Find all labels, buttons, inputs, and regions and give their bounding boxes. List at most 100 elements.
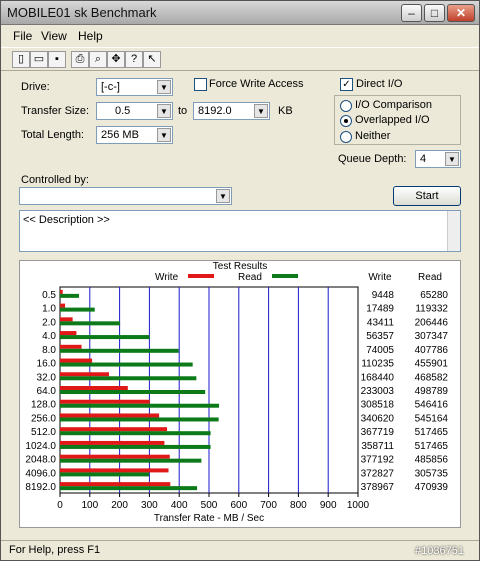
title-bar: MOBILE01 sk Benchmark – □ ✕ xyxy=(1,1,479,25)
results-chart: Test Results Write Read Write Read 0 100 200 300… xyxy=(25,261,449,524)
chart-title: Test Results xyxy=(213,261,267,272)
new-icon[interactable]: ▯ xyxy=(12,51,30,68)
chevron-down-icon: ▼ xyxy=(157,80,171,94)
window-title: MOBILE01 sk Benchmark xyxy=(7,5,157,20)
chevron-down-icon: ▼ xyxy=(216,189,230,203)
toolbar: ▯ ▭ ▪ ⎙ ⌕ ✥ ? ↖ xyxy=(1,47,479,71)
bar-write xyxy=(60,413,160,418)
drive-value: [-c-] xyxy=(101,81,120,93)
legend-read-swatch xyxy=(272,274,298,278)
menu-view[interactable]: View xyxy=(41,29,67,43)
bar-write xyxy=(60,427,168,432)
column-header-read: Read xyxy=(418,272,442,283)
bar-read xyxy=(60,486,198,491)
y-tick-label: 8.0 xyxy=(42,345,56,356)
controlled-by-label: Controlled by: xyxy=(21,174,89,186)
bar-write xyxy=(60,386,128,390)
value-write: 340620 xyxy=(361,413,395,424)
description-scrollbar[interactable] xyxy=(447,211,460,251)
context-help-icon[interactable]: ↖ xyxy=(143,51,161,68)
minimize-button[interactable]: – xyxy=(401,4,422,22)
y-tick-label: 2.0 xyxy=(42,317,56,328)
value-write: 56357 xyxy=(366,331,394,342)
bar-read xyxy=(60,335,150,340)
close-button[interactable]: ✕ xyxy=(447,4,475,22)
value-write: 358711 xyxy=(361,441,394,452)
force-write-label: Force Write Access xyxy=(209,78,304,90)
transfer-to-select[interactable]: 8192.0 ▼ xyxy=(193,102,270,120)
y-tick-label: 4096.0 xyxy=(25,468,56,479)
print-preview-icon[interactable]: ⌕ xyxy=(89,51,107,68)
bar-read xyxy=(60,348,179,353)
watermark: #1036751 xyxy=(415,545,464,557)
bar-write xyxy=(60,372,110,377)
value-read: 119332 xyxy=(415,304,448,315)
y-tick-label: 512.0 xyxy=(31,427,56,438)
x-tick-label: 100 xyxy=(81,500,98,511)
test-results-panel: Test Results Write Read Write Read 0 100 200 300… xyxy=(19,260,461,528)
transfer-from-value: 0.5 xyxy=(115,105,131,117)
x-axis-label: Transfer Rate - MB / Sec xyxy=(154,513,264,524)
x-tick-label: 600 xyxy=(230,500,247,511)
direct-io-checkbox[interactable]: ✓ xyxy=(340,78,353,91)
value-write: 110235 xyxy=(361,359,394,370)
legend-write-swatch xyxy=(188,274,214,278)
kb-label: KB xyxy=(278,105,293,117)
value-read: 455901 xyxy=(415,359,449,370)
bar-write xyxy=(60,344,82,349)
value-write: 17489 xyxy=(366,304,394,315)
description-box[interactable]: << Description >> xyxy=(19,210,461,252)
menu-file[interactable]: File xyxy=(13,29,32,43)
help-icon[interactable]: ? xyxy=(125,51,143,68)
x-tick-label: 0 xyxy=(57,500,63,511)
overlapped-io-radio[interactable] xyxy=(340,115,352,127)
neither-label: Neither xyxy=(355,130,391,142)
value-read: 470939 xyxy=(415,482,449,493)
open-icon[interactable]: ▭ xyxy=(30,51,48,68)
menu-bar: File View Help xyxy=(1,26,479,46)
move-icon[interactable]: ✥ xyxy=(107,51,125,68)
value-write: 372827 xyxy=(361,468,395,479)
app-window: MOBILE01 sk Benchmark – □ ✕ File View He… xyxy=(0,0,480,561)
transfer-from-select[interactable]: 0.5 ▼ xyxy=(96,102,173,120)
bar-write xyxy=(60,317,73,322)
value-read: 206446 xyxy=(415,317,449,328)
drive-select[interactable]: [-c-] ▼ xyxy=(96,78,173,96)
io-comparison-radio[interactable] xyxy=(340,100,352,112)
maximize-button[interactable]: □ xyxy=(424,4,445,22)
column-header-write: Write xyxy=(368,272,392,283)
direct-io-label: Direct I/O xyxy=(356,78,403,90)
chevron-down-icon: ▼ xyxy=(157,128,171,142)
value-read: 485856 xyxy=(415,455,449,466)
print-icon[interactable]: ⎙ xyxy=(71,51,89,68)
y-tick-label: 32.0 xyxy=(37,372,57,383)
value-read: 545164 xyxy=(415,413,449,424)
controlled-by-select[interactable]: ▼ xyxy=(19,187,232,205)
y-tick-label: 4.0 xyxy=(42,331,56,342)
y-tick-label: 1.0 xyxy=(42,304,56,315)
bar-write xyxy=(60,454,170,459)
x-tick-label: 400 xyxy=(171,500,188,511)
bar-read xyxy=(60,376,197,381)
value-write: 378967 xyxy=(361,482,395,493)
queue-depth-select[interactable]: 4 ▼ xyxy=(415,150,461,168)
menu-help[interactable]: Help xyxy=(78,29,103,43)
legend-write-label: Write xyxy=(155,272,179,283)
bar-write xyxy=(60,358,93,363)
value-write: 377192 xyxy=(361,455,395,466)
y-tick-label: 64.0 xyxy=(37,386,57,397)
bar-write xyxy=(60,331,77,336)
force-write-checkbox[interactable] xyxy=(194,78,207,91)
overlapped-io-label: Overlapped I/O xyxy=(355,114,430,126)
value-write: 367719 xyxy=(361,427,395,438)
total-length-select[interactable]: 256 MB ▼ xyxy=(96,126,173,144)
to-label: to xyxy=(178,105,188,117)
description-text: << Description >> xyxy=(23,214,110,226)
bar-write xyxy=(60,399,150,404)
neither-radio[interactable] xyxy=(340,131,352,143)
value-write: 74005 xyxy=(366,345,394,356)
start-button[interactable]: Start xyxy=(393,186,461,206)
save-icon[interactable]: ▪ xyxy=(48,51,66,68)
value-read: 517465 xyxy=(415,441,449,452)
x-tick-label: 1000 xyxy=(347,500,370,511)
